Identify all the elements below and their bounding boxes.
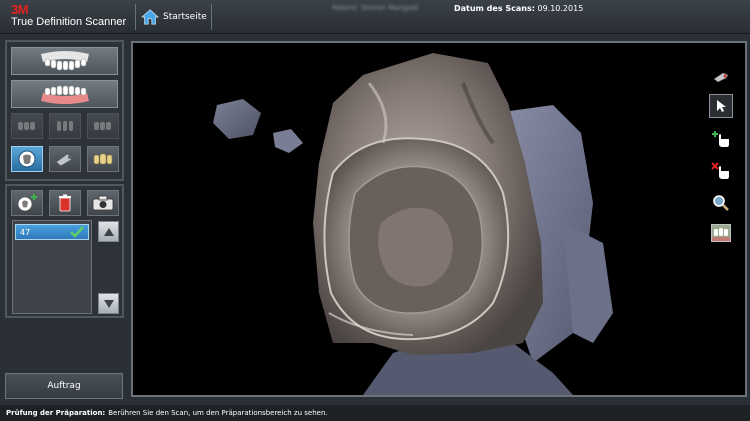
3d-scan-model[interactable] [133,43,745,395]
view-rotate-tool[interactable] [709,65,733,89]
select-tool[interactable] [709,94,733,118]
scanner-wand-icon [55,153,74,167]
zoom-tool[interactable] [709,191,733,215]
tooth-thumbnail-icon [711,224,731,242]
quadrant-right-icon [94,122,111,130]
remove-area-tool[interactable] [709,159,733,183]
status-bar: Prüfung der Präparation: Berühren Sie de… [0,405,750,421]
list-item[interactable]: 47 [15,224,89,240]
left-quadrant-button[interactable] [11,113,43,139]
upper-jaw-button[interactable] [11,47,118,75]
add-scan-icon [17,194,37,212]
hand-remove-icon [711,162,729,179]
scanner-tool-button[interactable] [49,146,81,172]
lower-jaw-button[interactable] [11,80,118,108]
add-area-tool[interactable] [709,127,733,151]
scan-viewport[interactable] [131,41,747,397]
tooth-scan-icon [18,150,36,168]
crown-button[interactable] [87,146,119,172]
status-message: Berühren Sie den Scan, um den Präparatio… [108,409,328,417]
hand-add-icon [712,131,729,147]
arrow-up-icon [103,227,114,236]
snapshot-button[interactable] [87,190,119,216]
brand-logo: 3M [11,2,29,17]
arrow-down-icon [103,299,114,308]
scroll-up-button[interactable] [98,221,119,242]
patient-name: Patient: Steiner Mangold [332,4,419,12]
scan-list-panel: 47 [5,184,124,318]
home-button[interactable]: Startseite [141,4,211,30]
tooth-view-tool[interactable] [709,221,733,245]
pointer-icon [717,100,726,112]
crown-icon [93,153,113,165]
delete-scan-button[interactable] [49,190,81,216]
order-button[interactable]: Auftrag [5,373,123,399]
home-label: Startseite [163,12,207,22]
home-icon [141,9,159,25]
top-bar: 3M True Definition Scanner Startseite Pa… [0,0,750,34]
add-scan-button[interactable] [11,190,43,216]
scan-date-label: Datum des Scans: [454,4,535,13]
brand-name: True Definition Scanner [11,16,127,28]
scanner-view-icon [713,72,729,83]
upper-jaw-icon [40,51,89,71]
divider [211,4,212,30]
quadrant-left-icon [18,122,35,130]
scan-date: Datum des Scans: 09.10.2015 [454,4,583,13]
quadrant-front-icon [57,121,73,131]
scroll-down-button[interactable] [98,293,119,314]
scan-date-value: 09.10.2015 [537,4,584,13]
list-item-label: 47 [20,227,31,237]
trash-icon [59,194,71,212]
scan-mode-panel [5,40,124,181]
preparation-check-button[interactable] [11,146,43,172]
magnifier-icon [713,195,729,211]
camera-icon [92,195,114,211]
brand: 3M True Definition Scanner [8,2,133,32]
check-icon [70,226,84,238]
right-quadrant-button[interactable] [87,113,119,139]
scan-list[interactable]: 47 [12,220,92,314]
status-title: Prüfung der Präparation: [6,409,106,417]
divider [135,4,136,30]
lower-jaw-icon [40,85,89,104]
front-quadrant-button[interactable] [49,113,81,139]
